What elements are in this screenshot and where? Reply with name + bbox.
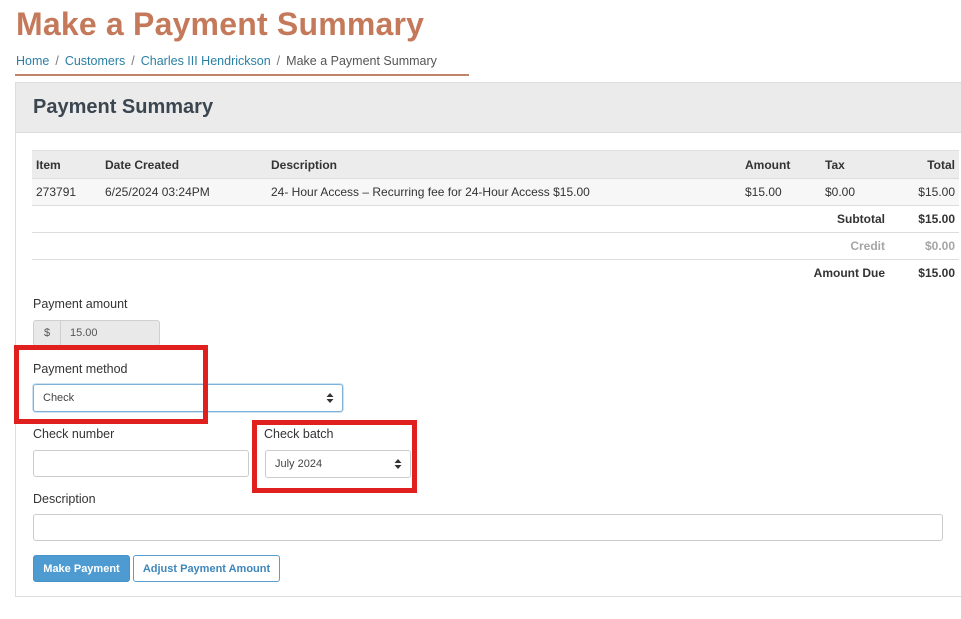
make-payment-button[interactable]: Make Payment	[33, 555, 130, 582]
description-label: Description	[33, 492, 96, 506]
cell-date: 6/25/2024 03:24PM	[101, 178, 267, 206]
currency-addon: $	[34, 321, 61, 345]
subtotal-row: Subtotal $15.00	[32, 205, 959, 233]
credit-value: $0.00	[889, 232, 959, 260]
payment-amount-field: $ 15.00	[33, 320, 160, 346]
header-total: Total	[889, 150, 959, 179]
table-row: 273791 6/25/2024 03:24PM 24- Hour Access…	[32, 178, 959, 206]
check-batch-value: July 2024	[275, 458, 323, 470]
page-title: Make a Payment Summary	[16, 6, 425, 42]
check-batch-select[interactable]: July 2024	[265, 450, 411, 478]
cell-tax: $0.00	[821, 178, 889, 206]
credit-label: Credit	[32, 232, 889, 260]
cell-description: 24- Hour Access – Recurring fee for 24-H…	[267, 178, 741, 206]
amount-due-label: Amount Due	[813, 266, 885, 280]
credit-row: Credit $0.00	[32, 232, 959, 260]
check-number-input[interactable]	[33, 450, 249, 477]
panel-title: Payment Summary	[33, 96, 214, 118]
payment-amount-value: 15.00	[70, 327, 98, 339]
breadcrumb-current: Make a Payment Summary	[286, 54, 437, 68]
select-caret-icon	[394, 459, 402, 469]
breadcrumb-divider	[15, 74, 469, 76]
breadcrumb-separator: /	[55, 54, 59, 68]
check-batch-label: Check batch	[264, 427, 334, 441]
amount-due-row: Amount Due $15.00	[32, 260, 959, 287]
adjust-payment-amount-button[interactable]: Adjust Payment Amount	[133, 555, 280, 582]
cell-amount: $15.00	[741, 178, 821, 206]
breadcrumb-customers-link[interactable]: Customers	[65, 54, 125, 68]
cell-item: 273791	[32, 178, 101, 206]
header-item: Item	[32, 150, 101, 179]
payment-amount-label: Payment amount	[33, 297, 128, 311]
payment-method-label: Payment method	[33, 362, 128, 376]
header-description: Description	[267, 150, 741, 179]
check-number-label: Check number	[33, 427, 115, 441]
panel-header: Payment Summary	[16, 83, 961, 133]
subtotal-value: $15.00	[889, 205, 959, 233]
table-header-row: Item Date Created Description Amount Tax…	[32, 150, 959, 179]
header-date-created: Date Created	[101, 150, 267, 179]
payment-method-select[interactable]: Check	[33, 384, 343, 412]
description-input[interactable]	[33, 514, 943, 541]
amount-due-value: $15.00	[918, 266, 955, 280]
breadcrumb-customer-link[interactable]: Charles III Hendrickson	[141, 54, 271, 68]
breadcrumb-separator: /	[131, 54, 135, 68]
select-caret-icon	[326, 393, 334, 403]
header-tax: Tax	[821, 150, 889, 179]
payment-method-value: Check	[43, 392, 75, 404]
header-amount: Amount	[741, 150, 821, 179]
items-table: Item Date Created Description Amount Tax…	[32, 150, 959, 286]
subtotal-label: Subtotal	[32, 205, 889, 233]
breadcrumb-home-link[interactable]: Home	[16, 54, 49, 68]
breadcrumb-separator: /	[276, 54, 281, 68]
payment-summary-panel: Payment Summary Item Date Created Descri…	[15, 82, 961, 597]
cell-total: $15.00	[889, 178, 959, 206]
breadcrumb: Home / Customers / Charles III Hendrickson / M…	[16, 54, 437, 68]
